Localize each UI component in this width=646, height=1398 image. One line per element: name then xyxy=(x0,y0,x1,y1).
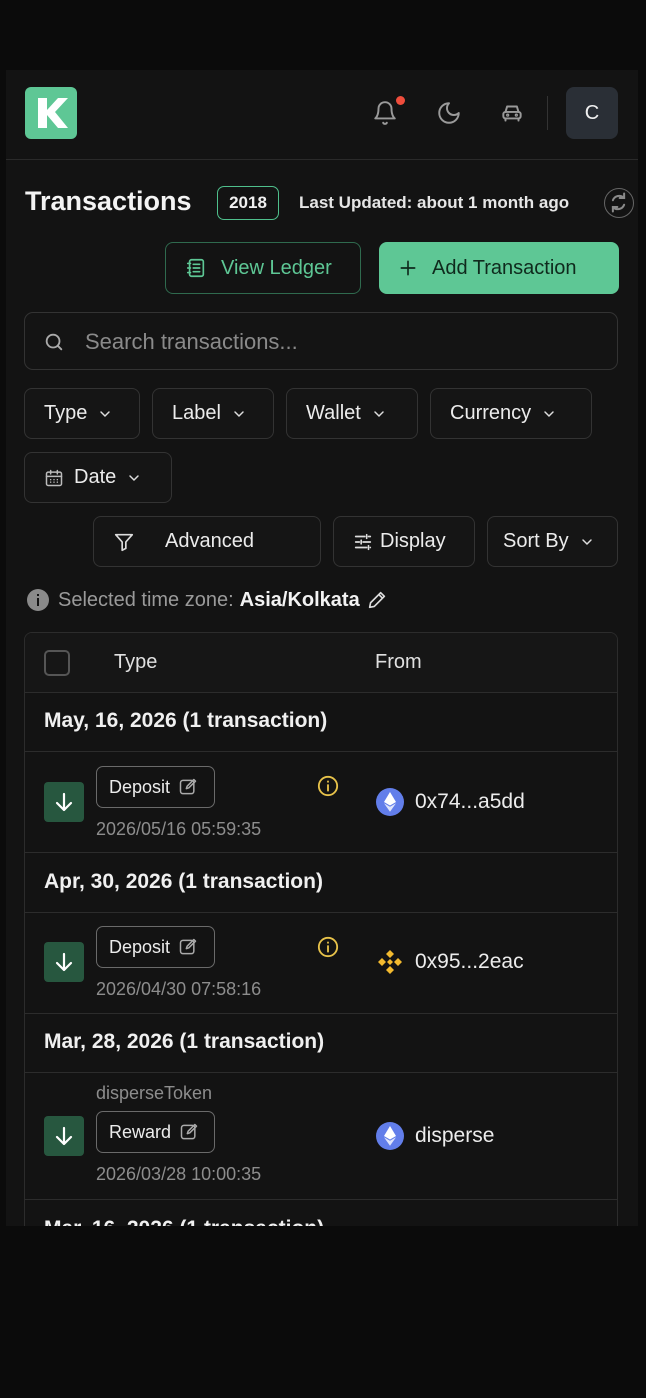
tx-timestamp: 2026/04/30 07:58:16 xyxy=(96,979,262,999)
tx-type-label: Deposit xyxy=(109,936,171,957)
chevron-down-icon xyxy=(234,410,244,417)
app-logo[interactable] xyxy=(25,87,77,139)
filter-date-label: Date xyxy=(74,466,117,488)
search-box xyxy=(24,312,618,371)
app-window: C Transactions 2018 Last Updated: about … xyxy=(6,70,638,1226)
chevron-down-icon xyxy=(129,474,139,481)
filter-funnel-icon xyxy=(114,533,134,551)
table-row[interactable]: disperseToken Reward 2026/03/28 10:00:35… xyxy=(25,1073,617,1200)
header-from: From xyxy=(375,651,422,673)
view-ledger-label: View Ledger xyxy=(221,256,332,279)
incoming-arrow-icon xyxy=(44,782,84,822)
header-type: Type xyxy=(114,651,158,673)
page-title: Transactions xyxy=(25,186,192,216)
tx-from: disperse xyxy=(375,1121,494,1151)
tx-from: 0x74...a5dd xyxy=(375,787,525,817)
chevron-down-icon xyxy=(581,538,592,545)
display-label: Display xyxy=(380,530,446,552)
ethereum-icon xyxy=(376,788,404,816)
edit-icon xyxy=(179,778,197,795)
date-group-header: Mar, 16, 2026 (1 transaction) xyxy=(25,1200,617,1226)
incoming-arrow-icon xyxy=(44,942,84,982)
date-group-header: May, 16, 2026 (1 transaction) xyxy=(25,692,617,752)
tx-type-tag[interactable]: Deposit xyxy=(96,926,215,968)
filter-wallet[interactable]: Wallet xyxy=(286,388,418,439)
timezone-value: Asia/Kolkata xyxy=(239,588,360,611)
filter-currency-label: Currency xyxy=(450,402,532,424)
filter-label[interactable]: Label xyxy=(152,388,274,439)
transaction-count-badge: 2018 xyxy=(217,186,279,220)
filter-type[interactable]: Type xyxy=(24,388,140,439)
notification-dot xyxy=(396,96,405,105)
last-updated-text: Last Updated: about 1 month ago xyxy=(299,193,570,212)
tx-timestamp: 2026/05/16 05:59:35 xyxy=(96,819,262,839)
tx-from-address: 0x95...2eac xyxy=(415,950,524,973)
bell-icon[interactable] xyxy=(372,100,398,126)
search-input[interactable] xyxy=(83,313,607,371)
avatar[interactable]: C xyxy=(566,87,618,139)
date-group-header: Mar, 28, 2026 (1 transaction) xyxy=(25,1013,617,1073)
filter-type-label: Type xyxy=(44,402,88,424)
table-row[interactable]: Deposit 2026/04/30 07:58:16 0x95...2eac xyxy=(25,913,617,1014)
sort-by-button[interactable]: Sort By xyxy=(487,516,618,567)
refresh-icon xyxy=(611,192,626,213)
table-row[interactable]: Deposit 2026/05/16 05:59:35 0x74...a5dd xyxy=(25,752,617,853)
moon-icon[interactable] xyxy=(436,100,462,126)
transactions-table: Type From May, 16, 2026 (1 transaction) … xyxy=(24,632,618,1226)
add-transaction-label: Add Transaction xyxy=(432,256,577,279)
ethereum-icon xyxy=(376,1122,404,1150)
date-group-label: May, 16, 2026 (1 transaction) xyxy=(44,709,328,732)
ledger-icon xyxy=(186,258,205,278)
select-all-checkbox[interactable] xyxy=(44,650,70,676)
chevron-down-icon xyxy=(544,410,554,417)
plus-icon xyxy=(400,260,416,276)
timezone-label: Selected time zone: xyxy=(58,588,234,611)
sort-by-label: Sort By xyxy=(503,530,569,552)
tx-type-label: Reward xyxy=(109,1121,172,1142)
search-icon xyxy=(45,333,63,351)
tx-type-tag[interactable]: Deposit xyxy=(96,766,215,808)
edit-icon xyxy=(180,1123,198,1140)
warning-info-icon[interactable] xyxy=(317,775,339,797)
timezone-row: Selected time zone: Asia/Kolkata xyxy=(26,588,388,612)
advanced-filter-button[interactable]: Advanced xyxy=(93,516,321,567)
display-button[interactable]: Display xyxy=(333,516,475,567)
sliders-icon xyxy=(354,533,372,550)
edit-pencil-icon[interactable] xyxy=(366,589,388,611)
advanced-label: Advanced xyxy=(165,530,254,552)
filter-date[interactable]: Date xyxy=(24,452,172,503)
tx-from: 0x95...2eac xyxy=(375,947,524,977)
tx-from-address: disperse xyxy=(415,1124,495,1147)
table-header: Type From xyxy=(25,633,617,693)
info-circle-icon xyxy=(27,589,49,611)
date-group-label: Apr, 30, 2026 (1 transaction) xyxy=(44,870,323,893)
tx-type-tag[interactable]: Reward xyxy=(96,1111,215,1153)
calendar-icon xyxy=(45,469,63,486)
filter-label-label: Label xyxy=(172,402,221,424)
divider xyxy=(547,96,548,130)
filter-wallet-label: Wallet xyxy=(306,402,361,424)
avatar-initial: C xyxy=(584,101,600,124)
bnb-icon xyxy=(378,950,402,974)
refresh-button[interactable] xyxy=(604,188,634,218)
car-icon[interactable] xyxy=(499,100,525,126)
chevron-down-icon xyxy=(374,410,384,417)
chevron-down-icon xyxy=(100,410,111,417)
view-ledger-button[interactable]: View Ledger xyxy=(165,242,361,294)
tx-type-label: Deposit xyxy=(109,776,171,797)
date-group-label: Mar, 28, 2026 (1 transaction) xyxy=(44,1030,325,1053)
filter-currency[interactable]: Currency xyxy=(430,388,592,439)
top-bar: C xyxy=(6,70,638,160)
add-transaction-button[interactable]: Add Transaction xyxy=(379,242,619,294)
date-group-label: Mar, 16, 2026 (1 transaction) xyxy=(44,1217,324,1226)
tx-from-address: 0x74...a5dd xyxy=(415,790,525,813)
incoming-arrow-icon xyxy=(44,1116,84,1156)
edit-icon xyxy=(179,938,197,955)
date-group-header: Apr, 30, 2026 (1 transaction) xyxy=(25,853,617,913)
warning-info-icon[interactable] xyxy=(317,936,339,958)
tx-method-label: disperseToken xyxy=(96,1083,213,1103)
tx-timestamp: 2026/03/28 10:00:35 xyxy=(96,1164,262,1184)
